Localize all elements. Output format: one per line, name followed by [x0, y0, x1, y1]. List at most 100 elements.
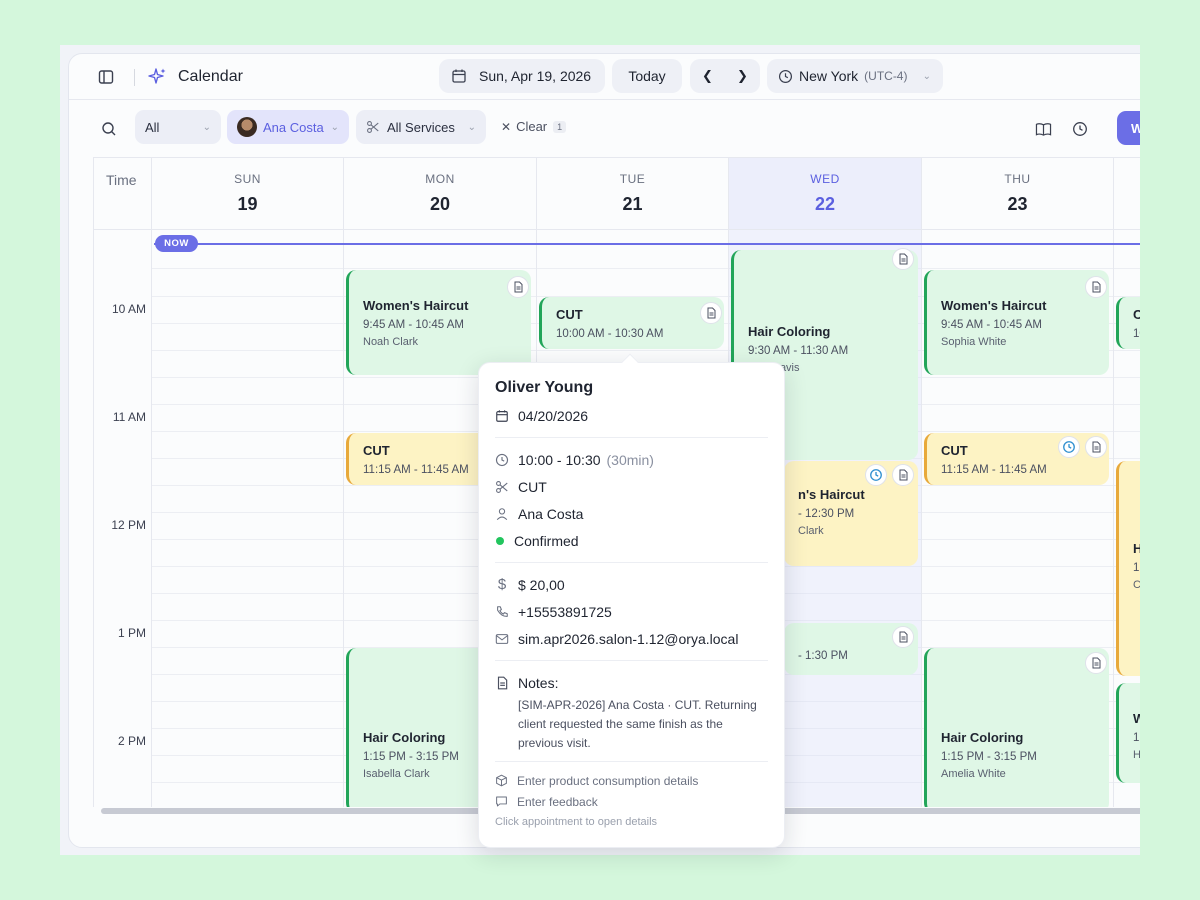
note-icon[interactable] — [892, 464, 914, 486]
note-icon — [497, 676, 508, 689]
day-column-sun[interactable] — [152, 230, 344, 807]
appointment-client: Sophia White — [941, 336, 1007, 348]
date-picker-button[interactable]: Sun, Apr 19, 2026 — [439, 59, 605, 93]
appointment-time: 9:30 AM - 11:30 AM — [748, 345, 849, 357]
clock-status-icon[interactable] — [1058, 436, 1080, 458]
appointment-card[interactable]: Women's Haircut 9:45 AM - 10:45 AM Noah … — [346, 270, 531, 375]
appointment-card[interactable]: CUT 11:15 AM - 11:45 AM — [924, 433, 1109, 485]
appointment-client: Noah Clark — [363, 336, 419, 348]
scissors-icon — [367, 121, 379, 133]
clock-icon — [495, 453, 509, 466]
filter-bar: All ⌄ Ana Costa ⌄ All Services ⌄ ✕ Clear… — [69, 101, 1140, 157]
day-header-sun[interactable]: SUN 19 — [152, 158, 344, 230]
staff-filter[interactable]: Ana Costa ⌄ — [227, 110, 349, 144]
appointment-card[interactable]: Hair Coloring 1:15 PM - 3:15 PM Amelia W… — [924, 648, 1109, 807]
feedback-label: Enter feedback — [517, 794, 598, 809]
product-consumption-link[interactable]: Enter product consumption details — [495, 770, 768, 791]
appointment-card[interactable]: W 1 H — [1116, 683, 1140, 783]
time-header-divider — [94, 229, 152, 230]
divider — [495, 437, 768, 438]
note-icon[interactable] — [1085, 276, 1107, 298]
phone-number[interactable]: +15553891725 — [518, 604, 612, 620]
mail-icon — [495, 633, 509, 644]
appointment-time: 9:45 AM - 10:45 AM — [363, 319, 465, 331]
appointment-title: W — [1133, 711, 1140, 726]
search-button[interactable] — [99, 119, 119, 139]
date-label: Sun, Apr 19, 2026 — [479, 68, 592, 84]
appointment-time: 1 — [1133, 562, 1140, 574]
sidebar-toggle-button[interactable] — [95, 67, 117, 87]
appointment-card[interactable]: Women's Haircut 9:45 AM - 10:45 AM Sophi… — [924, 270, 1109, 375]
day-number: 19 — [237, 194, 258, 214]
price: $ 20,00 — [518, 576, 565, 593]
appointment-date-row: 04/20/2026 — [495, 402, 768, 429]
day-header-thu[interactable]: THU 23 — [922, 158, 1114, 230]
notes-text: [SIM-APR-2026] Ana Costa · CUT. Returnin… — [518, 698, 757, 750]
note-icon[interactable] — [892, 626, 914, 648]
timezone-select[interactable]: New York (UTC-4) ⌄ — [767, 59, 943, 93]
time-range: 10:00 - 10:30 — [518, 451, 601, 468]
appointment-time: 10:00 AM - 10:30 AM — [556, 328, 664, 340]
status-dot-icon — [496, 536, 504, 545]
clock-icon — [778, 69, 793, 83]
service-row: CUT — [495, 473, 768, 500]
appointment-card[interactable]: CUT 10:00 AM - 10:30 AM — [539, 297, 724, 349]
status-filter-value: All — [145, 119, 160, 135]
price-row: $ $ 20,00 — [495, 571, 768, 598]
calendar-icon — [452, 69, 466, 83]
note-icon[interactable] — [700, 302, 722, 324]
status-badge: Confirmed — [514, 532, 579, 549]
appointment-card[interactable]: H 1 C — [1116, 461, 1140, 676]
appointment-title: CUT — [556, 307, 583, 322]
day-header-fri[interactable] — [1114, 158, 1140, 230]
calendar-icon — [496, 409, 508, 422]
day-header-wed[interactable]: WED 22 — [729, 158, 922, 230]
guide-button[interactable] — [1033, 119, 1053, 139]
timezone-offset: (UTC-4) — [864, 69, 908, 83]
popover-hint: Click appointment to open details — [495, 816, 658, 828]
avatar — [237, 117, 257, 137]
hour-label: 12 PM — [111, 518, 146, 532]
duration: (30min) — [606, 451, 654, 468]
hour-label: 10 AM — [111, 302, 146, 316]
appointment-title: C — [1133, 307, 1140, 322]
note-icon[interactable] — [892, 248, 914, 270]
day-name: MON — [425, 172, 455, 186]
divider — [495, 660, 768, 661]
now-badge: NOW — [155, 235, 198, 252]
clock-status-icon[interactable] — [865, 464, 887, 486]
appointment-details-popover: Oliver Young 04/20/2026 10:00 - 10:30 (3… — [478, 353, 785, 848]
note-icon[interactable] — [507, 276, 529, 298]
day-number: 22 — [814, 194, 836, 214]
day-header-tue[interactable]: TUE 21 — [537, 158, 729, 230]
clear-filters-button[interactable]: ✕ Clear 1 — [501, 119, 567, 134]
email-address[interactable]: sim.apr2026.salon-1.12@orya.local — [518, 631, 738, 647]
status-filter[interactable]: All ⌄ — [135, 110, 221, 144]
feedback-link[interactable]: Enter feedback — [495, 791, 768, 812]
new-appointment-button[interactable]: W — [1117, 111, 1140, 145]
day-header-mon[interactable]: MON 20 — [344, 158, 537, 230]
history-button[interactable] — [1070, 119, 1090, 139]
services-filter[interactable]: All Services ⌄ — [356, 110, 486, 144]
appointment-time: 10 — [1133, 328, 1140, 340]
note-icon[interactable] — [1085, 652, 1107, 674]
appointment-time: - 1:30 PM — [798, 650, 848, 662]
services-filter-value: All Services — [387, 119, 455, 135]
close-icon: ✕ — [501, 119, 512, 134]
appointment-title: Women's Haircut — [363, 298, 469, 313]
staff-name: Ana Costa — [518, 505, 584, 522]
appointment-date: 04/20/2026 — [518, 407, 589, 424]
clock-icon — [1073, 122, 1087, 136]
appointment-client: Amelia White — [941, 768, 1006, 780]
appointment-time: 1:15 PM - 3:15 PM — [941, 751, 1037, 763]
today-button[interactable]: Today — [612, 59, 682, 93]
appointment-card[interactable]: C 10 — [1116, 297, 1140, 349]
chevron-left-icon[interactable]: ❮ — [690, 68, 725, 84]
page-title: Calendar — [178, 68, 243, 85]
email-row: sim.apr2026.salon-1.12@orya.local — [495, 625, 768, 652]
new-appointment-label: W — [1131, 121, 1140, 136]
chevron-right-icon[interactable]: ❯ — [725, 68, 760, 84]
dollar-icon: $ — [497, 576, 507, 593]
note-icon[interactable] — [1085, 436, 1107, 458]
time-column: Time — [94, 158, 152, 807]
